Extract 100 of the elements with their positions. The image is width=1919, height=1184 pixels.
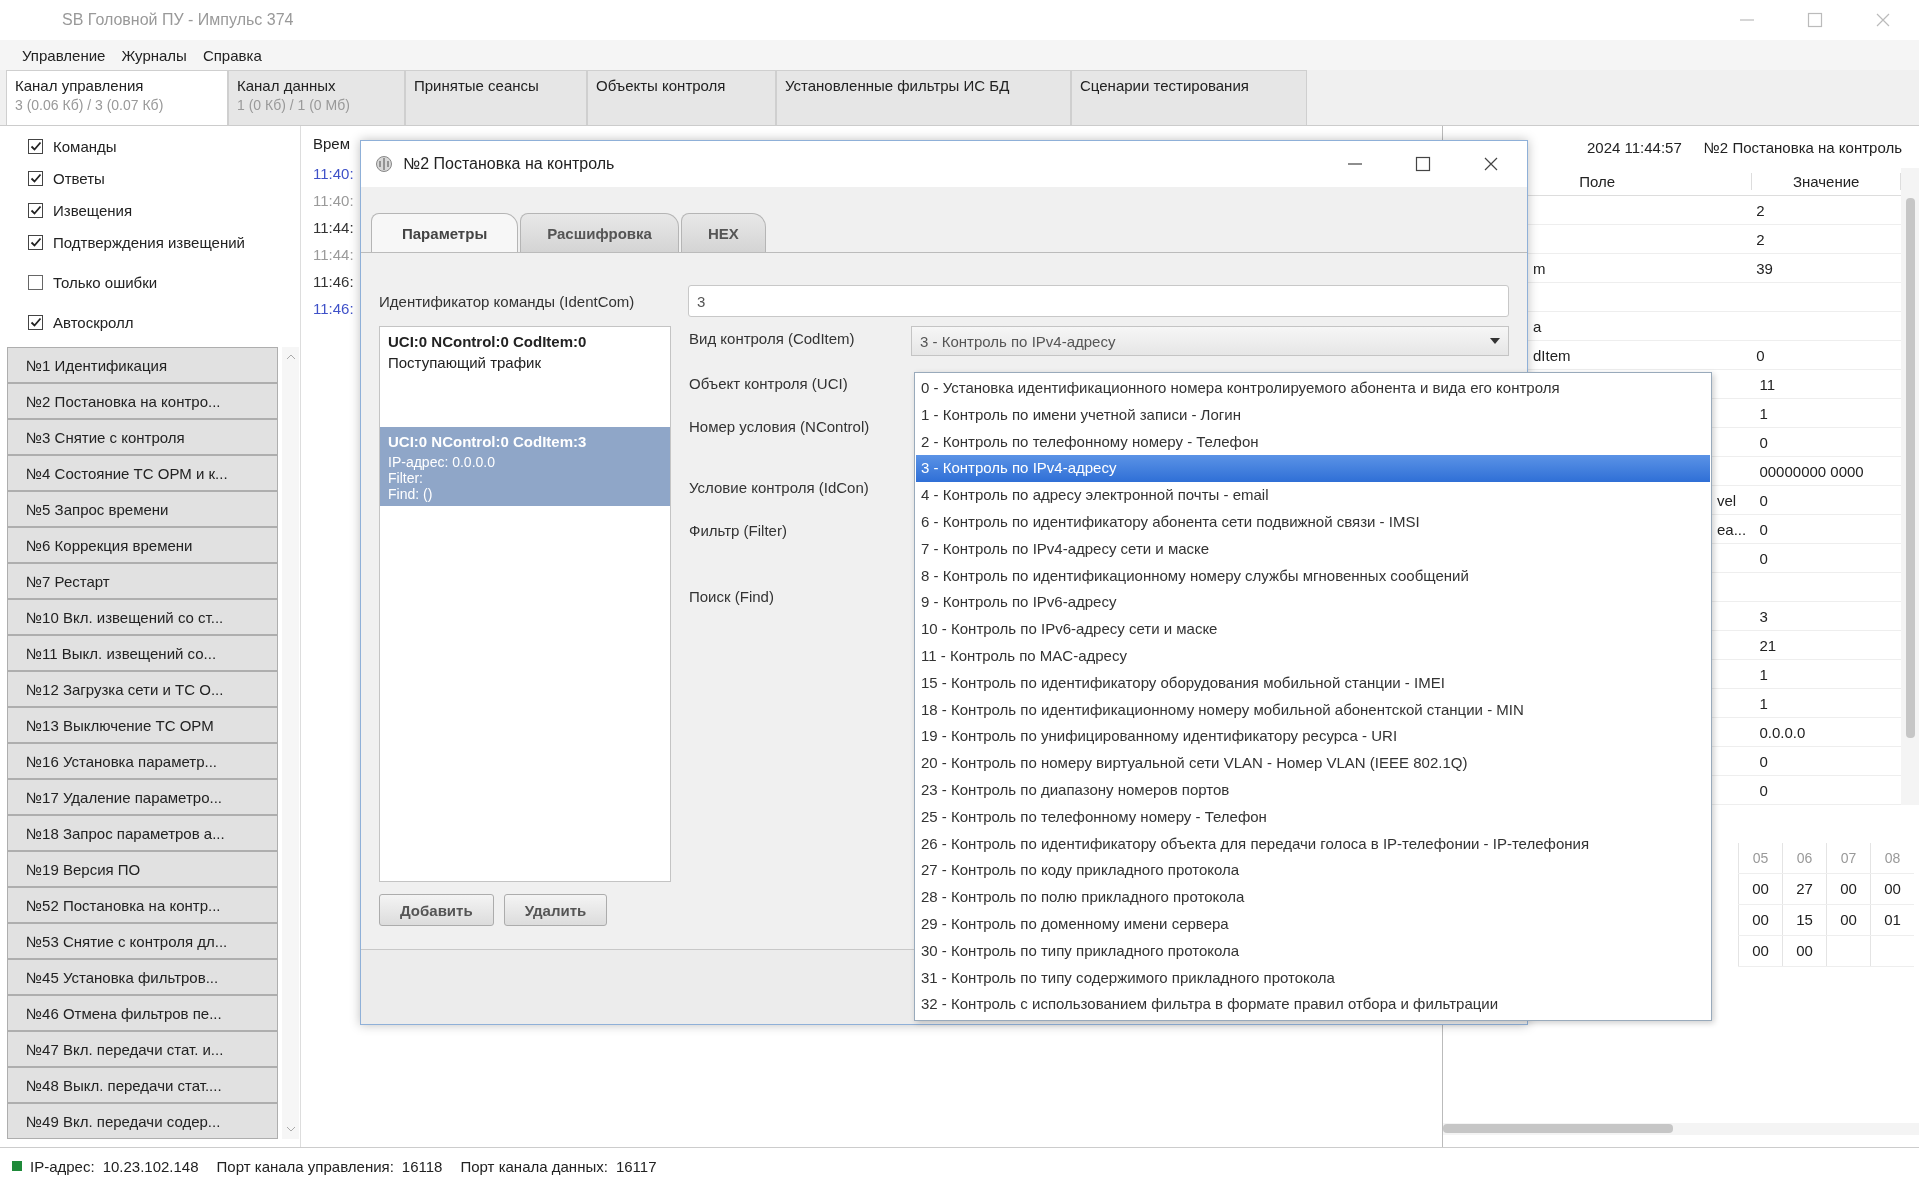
tab[interactable]: Сценарии тестирования	[1071, 70, 1307, 125]
dropdown-option[interactable]: 31 - Контроль по типу содержимого прикладного протокола	[916, 964, 1710, 992]
command-button[interactable]: №46 Отмена фильтров пе...	[7, 995, 278, 1031]
checkbox[interactable]	[28, 314, 43, 330]
column-header: 08	[1870, 843, 1914, 873]
command-button[interactable]: №2 Постановка на контро...	[7, 383, 278, 419]
checkbox[interactable]	[28, 170, 43, 186]
scroll-up-icon[interactable]	[285, 353, 296, 361]
command-button[interactable]: №4 Состояние ТС ОРМ и к...	[7, 455, 278, 491]
table-cell: 0	[1759, 781, 1768, 799]
dropdown-option[interactable]: 0 - Установка идентификационного номера контролируемого абонента и вида его контроля	[916, 375, 1710, 402]
hex-cell: 00	[1796, 942, 1813, 959]
menu-item[interactable]: Управление	[16, 44, 112, 66]
command-button[interactable]: №10 Вкл. извещений со ст...	[7, 599, 278, 635]
command-button[interactable]: №45 Установка фильтров...	[7, 959, 278, 995]
hex-cell: 00	[1752, 911, 1769, 928]
command-button[interactable]: №52 Постановка на контр...	[7, 887, 278, 923]
command-button[interactable]: №11 Выкл. извещений со...	[7, 635, 278, 671]
table-cell: 0	[1759, 549, 1768, 567]
log-time[interactable]: 11:40:	[313, 165, 354, 192]
command-button[interactable]: №7 Рестарт	[7, 563, 278, 599]
checkbox[interactable]	[28, 202, 43, 218]
scrollbar-thumb[interactable]	[1906, 198, 1915, 738]
dropdown-option[interactable]: 15 - Контроль по идентификатору оборудования мобильной станции - IMEI	[916, 669, 1710, 697]
command-button[interactable]: №6 Коррекция времени	[7, 527, 278, 563]
dropdown-option[interactable]: 25 - Контроль по телефонному номеру - Телефон	[916, 803, 1710, 831]
checkbox-label: Подтверждения извещений	[53, 233, 245, 251]
scrollbar[interactable]	[282, 347, 299, 1139]
close-icon[interactable]	[1483, 156, 1499, 172]
dropdown-option[interactable]: 2 - Контроль по телефонному номеру - Телефон	[916, 428, 1710, 456]
command-button[interactable]: №13 Выключение ТС ОРМ	[7, 707, 278, 743]
command-button[interactable]: №16 Установка параметр...	[7, 743, 278, 779]
dropdown[interactable]: 3 - Контроль по IPv4-адресу	[911, 326, 1509, 356]
dropdown-option[interactable]: 1 - Контроль по имени учетной записи - Логин	[916, 401, 1710, 429]
command-button[interactable]: №19 Версия ПО	[7, 851, 278, 887]
tab[interactable]: Канал управления 3 (0.06 Кб) / 3 (0.07 Кб)	[6, 70, 228, 125]
checkbox-label: Автоскролл	[53, 313, 134, 331]
dropdown-option[interactable]: 8 - Контроль по идентификационному номеру службы мгновенных сообщений	[916, 562, 1710, 590]
maximize-icon[interactable]	[1415, 156, 1431, 172]
checkbox[interactable]	[28, 234, 43, 250]
checkbox[interactable]	[28, 138, 43, 154]
dropdown-option[interactable]: 6 - Контроль по идентификатору абонента сети подвижной связи - IMSI	[916, 509, 1710, 536]
command-button[interactable]: №48 Выкл. передачи стат....	[7, 1067, 278, 1103]
command-button[interactable]: №3 Снятие с контроля	[7, 419, 278, 455]
dropdown-option[interactable]: 29 - Контроль по доменному имени сервера	[916, 910, 1710, 938]
scroll-down-icon[interactable]	[285, 1125, 296, 1133]
dropdown-option[interactable]: 9 - Контроль по IPv6-адресу	[916, 589, 1710, 617]
dropdown-option[interactable]: 18 - Контроль по идентификационному номеру мобильной абонентской станции - MIN	[916, 696, 1710, 724]
tab[interactable]: HEX	[680, 213, 766, 252]
dropdown-option[interactable]: 10 - Контроль по IPv6-адресу сети и маске	[916, 616, 1710, 643]
table-cell: 0	[1759, 520, 1768, 538]
checkbox-label: Ответы	[53, 169, 105, 187]
hex-cell: 00	[1840, 911, 1857, 928]
command-button[interactable]: №49 Вкл. передачи содер...	[7, 1103, 278, 1139]
tab[interactable]: Канал данных 1 (0 Кб) / 1 (0 Мб)	[228, 70, 405, 125]
item-text: Find: ()	[388, 486, 434, 502]
dropdown-option[interactable]: 30 - Контроль по типу прикладного протокола	[916, 937, 1710, 965]
menu-item[interactable]: Журналы	[115, 44, 193, 66]
dropdown-option[interactable]: 32 - Контроль с использованием фильтра в формате правил отбора и фильтрации	[916, 991, 1710, 1019]
command-button[interactable]: №17 Удаление параметро...	[7, 779, 278, 815]
log-time[interactable]: 11:46:	[313, 273, 354, 300]
command-button[interactable]: №1 Идентификация	[7, 347, 278, 383]
action-button[interactable]: Удалить	[503, 894, 608, 926]
dropdown-option[interactable]: 3 - Контроль по IPv4-адресу	[916, 455, 1710, 483]
hex-cell: 27	[1796, 880, 1813, 897]
log-time[interactable]: 11:46:	[313, 300, 354, 327]
column-header: 06	[1782, 843, 1826, 873]
tab[interactable]: Установленные фильтры ИС БД	[776, 70, 1071, 125]
table-cell: 1	[1759, 404, 1768, 422]
tab[interactable]: Параметры	[371, 213, 519, 252]
action-button[interactable]: Добавить	[379, 894, 494, 926]
command-button[interactable]: №18 Запрос параметров а...	[7, 815, 278, 851]
tab[interactable]: Принятые сеансы	[405, 70, 587, 125]
command-button[interactable]: №53 Снятие с контроля дл...	[7, 923, 278, 959]
field-label: Идентификатор команды (IdentCom)	[379, 292, 635, 310]
table-cell: vel	[1717, 491, 1737, 509]
status-value: 16117	[615, 1157, 657, 1175]
tab[interactable]: Расшифровка	[520, 213, 679, 252]
dropdown-option[interactable]: 27 - Контроль по коду прикладного протокола	[916, 857, 1710, 885]
list-item[interactable]: UCI:0 NControl:0 CodItem:0 Поступающий трафик	[380, 327, 670, 427]
dropdown-option[interactable]: 4 - Контроль по адресу электронной почты - email	[916, 482, 1710, 509]
dropdown-option[interactable]: 26 - Контроль по идентификатору объекта для передачи голоса в IP-телефонии - IP-телефония	[916, 830, 1710, 858]
dropdown-option[interactable]: 7 - Контроль по IPv4-адресу сети и маске	[916, 535, 1710, 563]
command-button[interactable]: №5 Запрос времени	[7, 491, 278, 527]
dropdown-option[interactable]: 11 - Контроль по MAC-адресу	[916, 642, 1710, 670]
menu-item[interactable]: Справка	[196, 44, 268, 66]
dropdown-option[interactable]: 20 - Контроль по номеру виртуальной сети VLAN - Номер VLAN (IEEE 802.1Q)	[916, 750, 1710, 777]
log-time[interactable]: 11:44:	[313, 219, 354, 246]
command-button[interactable]: №12 Загрузка сети и ТС О...	[7, 671, 278, 707]
status-label: Порт канала управления:	[216, 1157, 394, 1175]
tab[interactable]: Объекты контроля	[587, 70, 776, 125]
dropdown-option[interactable]: 19 - Контроль по унифицированному идентификатору ресурса - URI	[916, 723, 1710, 751]
dropdown-option[interactable]: 23 - Контроль по диапазону номеров портов	[916, 776, 1710, 804]
input-field[interactable]: 3	[688, 285, 1509, 317]
list-box[interactable]: UCI:0 NControl:0 CodItem:0 Поступающий трафик UCI:0 NControl:0 CodItem:3 IP-адрес: 0.0.0.0 Filter: Find: ()	[379, 326, 671, 882]
dropdown-option[interactable]: 28 - Контроль по полю прикладного протокола	[916, 884, 1710, 911]
checkbox[interactable]	[28, 274, 43, 290]
command-button[interactable]: №47 Вкл. передачи стат. и...	[7, 1031, 278, 1067]
field-label: Поиск (Find)	[689, 588, 774, 605]
scrollbar-thumb[interactable]	[1443, 1124, 1673, 1133]
